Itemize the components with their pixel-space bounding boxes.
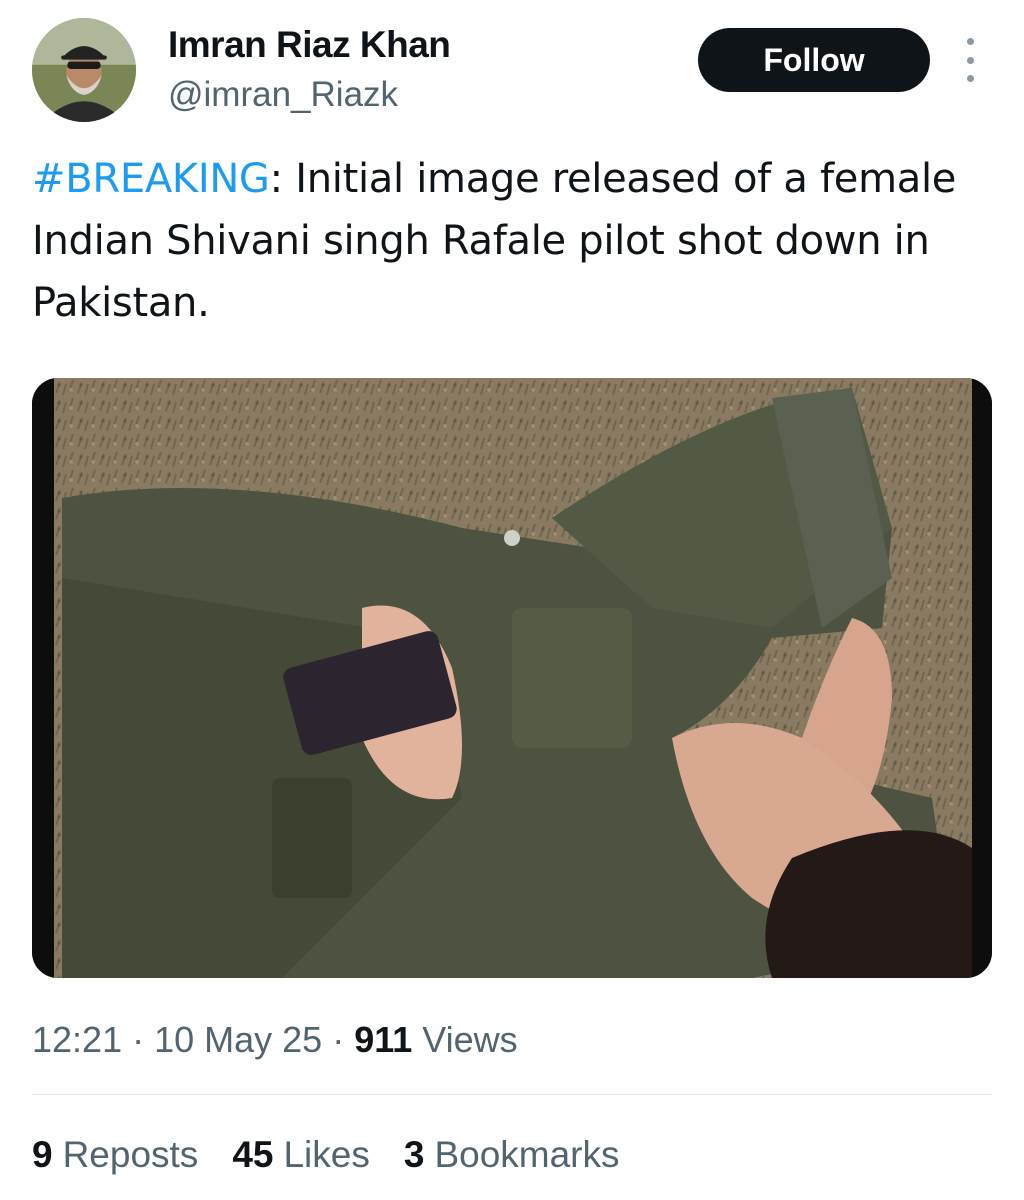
more-dot <box>966 56 974 64</box>
author-handle[interactable]: @imran_Riazk <box>168 74 450 116</box>
tweet-date[interactable]: 10 May 25 <box>154 1019 322 1060</box>
author-display-name[interactable]: Imran Riaz Khan <box>168 24 451 66</box>
tweet-photo[interactable] <box>32 378 992 978</box>
tweet-card: Imran Riaz Khan @imran_Riazk Follow #BRE… <box>0 0 1024 1200</box>
views-label: Views <box>422 1019 518 1060</box>
avatar-image <box>32 18 136 122</box>
views-count: 911 <box>354 1019 413 1060</box>
engagement-stats: 9 Reposts 45 Likes 3 Bookmarks <box>32 1130 620 1180</box>
likes-label: Likes <box>283 1134 370 1175</box>
tweet-text: #BREAKING: Initial image released of a f… <box>32 148 982 334</box>
follow-button[interactable]: Follow <box>698 28 930 92</box>
hashtag-link[interactable]: #BREAKING <box>32 156 270 202</box>
bookmarks-label: Bookmarks <box>434 1134 620 1175</box>
more-dot <box>966 75 974 82</box>
reposts-count: 9 <box>32 1134 53 1175</box>
tweet-meta: 12:21 · 10 May 25 · 911 Views <box>32 1016 518 1064</box>
more-vertical-icon[interactable] <box>958 38 982 82</box>
reposts-label: Reposts <box>62 1134 199 1175</box>
likes-count: 45 <box>232 1134 274 1175</box>
author-avatar[interactable] <box>32 18 136 122</box>
meta-separator: · <box>322 1019 355 1060</box>
tweet-time[interactable]: 12:21 <box>32 1019 122 1060</box>
more-dot <box>966 38 974 45</box>
likes-stat[interactable]: 45 Likes <box>232 1130 370 1180</box>
reposts-stat[interactable]: 9 Reposts <box>32 1130 198 1180</box>
author-info: Imran Riaz Khan @imran_Riazk <box>168 24 451 116</box>
bookmarks-count: 3 <box>403 1134 425 1175</box>
photo-image <box>32 378 992 978</box>
bookmarks-stat[interactable]: 3 Bookmarks <box>404 1130 620 1180</box>
meta-separator: · <box>122 1019 155 1060</box>
divider <box>32 1094 992 1095</box>
